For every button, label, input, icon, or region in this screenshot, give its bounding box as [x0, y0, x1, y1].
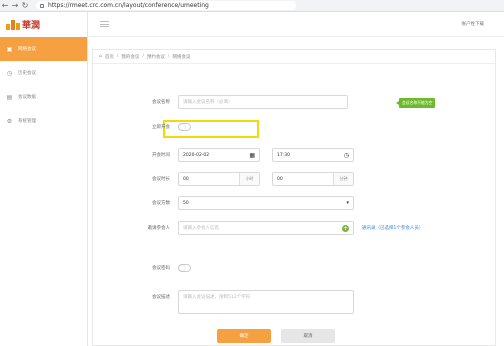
time-value: 17:30 — [277, 152, 290, 158]
password-label: 会议密码 — [152, 266, 170, 271]
hours-unit: 小时 — [239, 173, 259, 185]
minutes-input[interactable]: 00 分钟 — [272, 172, 354, 186]
breadcrumb-item[interactable]: 预约会议 — [147, 54, 165, 60]
url-text: https://rmeet.crc.com.cn/layout/conferen… — [48, 2, 209, 9]
add-participant-icon[interactable]: + — [342, 225, 349, 232]
minutes-unit: 分钟 — [333, 173, 353, 185]
address-bar[interactable]: https://rmeet.crc.com.cn/layout/conferen… — [36, 1, 296, 10]
invite-label: 邀请参会人 — [147, 226, 171, 231]
gear-icon: ⚙ — [6, 117, 13, 125]
duration-row: 会议时长 00 小时 00 分钟 — [135, 172, 354, 186]
password-row: 会议密码 — [135, 264, 191, 272]
start-label: 开会时间 — [152, 153, 170, 158]
calendar-icon[interactable]: ▦ — [249, 152, 255, 159]
address-book-link[interactable]: 通讯录（已选择1个参会人员） — [362, 225, 423, 231]
cancel-button[interactable]: 取消 — [281, 329, 335, 343]
top-header: 账户姓下载 — [88, 12, 504, 37]
logo: 華潤 — [0, 12, 87, 37]
time-input[interactable]: 17:30 ◷ — [272, 148, 354, 162]
instant-row: 立即开会 — [135, 123, 191, 131]
invite-placeholder: 请输入参会人信息 — [183, 226, 219, 231]
confirm-button[interactable]: 确定 — [217, 329, 271, 343]
chevron-down-icon: ▾ — [346, 200, 349, 206]
subject-row: 会议名称 请输入会议名称（必填） — [135, 95, 348, 109]
menu-toggle-icon[interactable] — [100, 21, 109, 27]
capacity-select[interactable]: 50 ▾ — [178, 196, 354, 210]
sidebar-item-label: 会议数据 — [18, 95, 36, 100]
description-row: 会议描述 请输入会议描述，限制512个字符 — [135, 290, 354, 314]
chart-icon: ▤ — [6, 93, 13, 101]
hours-value: 00 — [183, 176, 189, 182]
invite-row: 邀请参会人 请输入参会人信息 + 通讯录（已选择1个参会人员） — [135, 221, 423, 235]
breadcrumb-item[interactable]: 首页 — [105, 54, 114, 60]
instant-label: 立即开会 — [152, 125, 170, 130]
description-textarea[interactable]: 请输入会议描述，限制512个字符 — [178, 290, 354, 314]
validation-tooltip: 会议名称不能为空 — [395, 98, 436, 108]
clock-icon[interactable]: ◷ — [344, 152, 349, 159]
reload-icon[interactable]: ↻ — [20, 0, 30, 12]
lock-icon — [40, 3, 44, 8]
capacity-label: 会议方数 — [152, 201, 170, 206]
sidebar: 華潤 ▣ 网络会议 ◷ 历史会议 ▤ 会议数据 ⚙ 系统管理 — [0, 12, 88, 346]
invite-input[interactable]: 请输入参会人信息 + — [178, 221, 354, 235]
minutes-value: 00 — [277, 176, 283, 182]
description-label: 会议描述 — [152, 295, 170, 300]
breadcrumb: ⌂ 首页 / 我的会议 / 预约会议 / 网络会议 — [93, 50, 495, 64]
back-arrow-icon[interactable]: ← — [0, 0, 10, 12]
browser-toolbar: ← → ↻ https://rmeet.crc.com.cn/layout/co… — [0, 0, 504, 12]
sidebar-item-meeting[interactable]: ▣ 网络会议 — [0, 37, 87, 61]
forward-arrow-icon[interactable]: → — [10, 0, 20, 12]
subject-input[interactable]: 请输入会议名称（必填） — [178, 95, 348, 109]
date-input[interactable]: 2020-02-02 ▦ — [178, 148, 260, 162]
capacity-row: 会议方数 50 ▾ — [135, 196, 354, 210]
home-icon: ⌂ — [99, 54, 102, 59]
clock-icon: ◷ — [6, 69, 13, 77]
sidebar-item-history[interactable]: ◷ 历史会议 — [0, 61, 87, 85]
brand-name: 華潤 — [22, 21, 41, 31]
sidebar-item-label: 历史会议 — [18, 71, 36, 76]
duration-label: 会议时长 — [152, 177, 170, 182]
breadcrumb-item: 网络会议 — [172, 54, 191, 60]
logo-mark-icon — [6, 19, 20, 30]
breadcrumb-item[interactable]: 我的会议 — [121, 54, 139, 60]
sidebar-item-label: 系统管理 — [18, 119, 36, 124]
hours-input[interactable]: 00 小时 — [178, 172, 260, 186]
sidebar-item-system[interactable]: ⚙ 系统管理 — [0, 109, 87, 133]
start-row: 开会时间 2020-02-02 ▦ 17:30 ◷ — [135, 148, 354, 162]
user-menu[interactable]: 账户姓下载 — [462, 21, 485, 27]
video-icon: ▣ — [6, 45, 13, 53]
subject-label: 会议名称 — [152, 100, 170, 105]
capacity-value: 50 — [183, 200, 189, 206]
date-value: 2020-02-02 — [183, 152, 210, 158]
instant-toggle[interactable] — [178, 123, 191, 131]
sidebar-item-label: 网络会议 — [18, 47, 36, 52]
password-toggle[interactable] — [178, 264, 191, 272]
main-content: ⌂ 首页 / 我的会议 / 预约会议 / 网络会议 会议名称 请输入会议名称（必… — [92, 49, 496, 346]
sidebar-item-data[interactable]: ▤ 会议数据 — [0, 85, 87, 109]
